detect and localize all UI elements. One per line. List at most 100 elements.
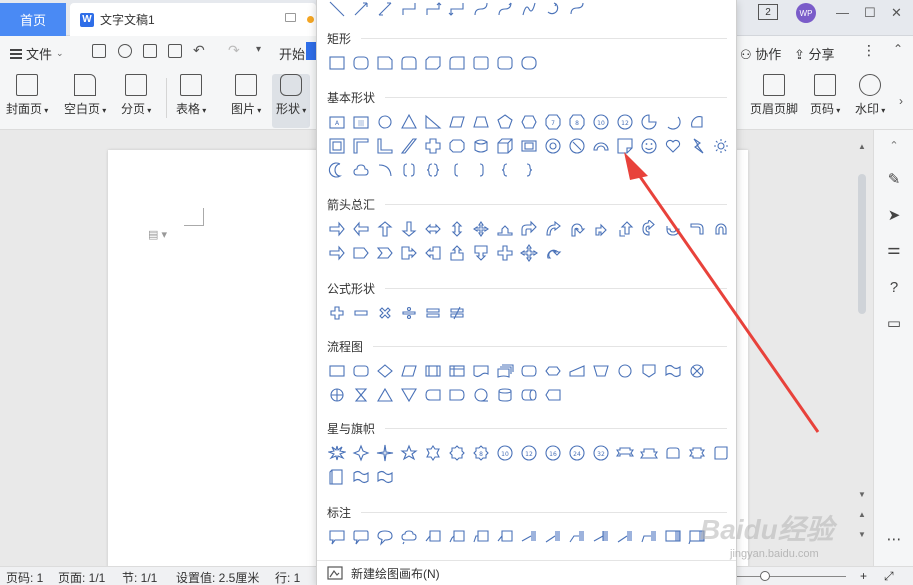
- shape-item[interactable]: [421, 159, 445, 181]
- shape-item[interactable]: [349, 52, 373, 74]
- shape-item[interactable]: 12: [613, 111, 637, 133]
- shape-item[interactable]: [517, 135, 541, 157]
- avatar[interactable]: WP: [796, 3, 816, 23]
- shape-item[interactable]: [373, 302, 397, 324]
- shape-item[interactable]: [373, 360, 397, 382]
- format-painter-icon[interactable]: [118, 44, 132, 58]
- picture-button[interactable]: 图片 ▾: [231, 74, 261, 117]
- shape-item[interactable]: [325, 384, 349, 406]
- shape-item[interactable]: [349, 526, 373, 548]
- tab-start[interactable]: 开始: [279, 44, 305, 63]
- close-icon[interactable]: ✕: [891, 5, 902, 21]
- shape-item[interactable]: [541, 242, 565, 264]
- shape-item[interactable]: [469, 384, 493, 406]
- shape-item[interactable]: [421, 360, 445, 382]
- shape-item[interactable]: [685, 442, 709, 464]
- shape-item[interactable]: [445, 218, 469, 240]
- shape-item[interactable]: 12: [517, 442, 541, 464]
- shape-item[interactable]: [445, 135, 469, 157]
- ribbon-scroll-right-icon[interactable]: ›: [899, 94, 903, 108]
- shape-item[interactable]: [685, 135, 709, 157]
- file-menu-button[interactable]: 文件 ⌄: [10, 44, 64, 63]
- shape-item[interactable]: [421, 218, 445, 240]
- shape-item[interactable]: [709, 135, 733, 157]
- maximize-icon[interactable]: ☐: [864, 5, 876, 21]
- shape-item[interactable]: [469, 111, 493, 133]
- shape-item[interactable]: [637, 526, 661, 548]
- shape-item[interactable]: [493, 159, 517, 181]
- shape-item[interactable]: [661, 360, 685, 382]
- shape-item[interactable]: [373, 159, 397, 181]
- shape-item[interactable]: [661, 526, 685, 548]
- shape-item[interactable]: [733, 218, 736, 240]
- header-footer-button[interactable]: 页眉页脚: [750, 74, 798, 117]
- shape-item[interactable]: [325, 442, 349, 464]
- shape-item[interactable]: 10: [589, 111, 613, 133]
- shape-item[interactable]: [613, 526, 637, 548]
- zoom-slider[interactable]: [736, 576, 846, 577]
- shape-item[interactable]: [565, 135, 589, 157]
- shape-item[interactable]: [541, 218, 565, 240]
- shape-item[interactable]: [373, 218, 397, 240]
- shape-item[interactable]: [493, 218, 517, 240]
- inbox-icon[interactable]: ▭: [885, 314, 903, 332]
- shape-item[interactable]: 7: [541, 111, 565, 133]
- shape-item[interactable]: [541, 360, 565, 382]
- print-preview-icon[interactable]: [168, 44, 182, 58]
- page-number-button[interactable]: 页码 ▾: [810, 74, 840, 117]
- shape-item[interactable]: [445, 159, 469, 181]
- shape-item[interactable]: [325, 135, 349, 157]
- shape-item[interactable]: [397, 218, 421, 240]
- shape-item[interactable]: [493, 242, 517, 264]
- shape-button[interactable]: 形状 ▾: [272, 74, 311, 128]
- shape-item[interactable]: [517, 384, 541, 406]
- shape-item[interactable]: [397, 360, 421, 382]
- shape-item[interactable]: [709, 218, 733, 240]
- scrollbar-thumb[interactable]: [858, 174, 866, 314]
- shape-item[interactable]: [421, 384, 445, 406]
- help-icon[interactable]: ?: [885, 278, 903, 296]
- shape-item[interactable]: [349, 442, 373, 464]
- shape-item[interactable]: [373, 0, 397, 20]
- shape-item[interactable]: [325, 526, 349, 548]
- scroll-down-icon[interactable]: ▼: [858, 490, 866, 499]
- shape-item[interactable]: [469, 159, 493, 181]
- shape-item[interactable]: [661, 135, 685, 157]
- shape-item[interactable]: [517, 159, 541, 181]
- shape-item[interactable]: [421, 52, 445, 74]
- shape-item[interactable]: [397, 242, 421, 264]
- shape-item[interactable]: [469, 0, 493, 20]
- shape-item[interactable]: [685, 218, 709, 240]
- shape-item[interactable]: [661, 442, 685, 464]
- shape-item[interactable]: [709, 442, 733, 464]
- shape-item[interactable]: [517, 111, 541, 133]
- shape-item[interactable]: [541, 384, 565, 406]
- shape-item[interactable]: [565, 360, 589, 382]
- shape-item[interactable]: [397, 526, 421, 548]
- shape-item[interactable]: [397, 0, 421, 20]
- shape-item[interactable]: [445, 242, 469, 264]
- shape-item[interactable]: [493, 526, 517, 548]
- shape-item[interactable]: [397, 159, 421, 181]
- shape-item[interactable]: [373, 466, 397, 488]
- shape-item[interactable]: [613, 218, 637, 240]
- shape-item[interactable]: [589, 360, 613, 382]
- shape-item[interactable]: [397, 52, 421, 74]
- shape-item[interactable]: 32: [589, 442, 613, 464]
- shape-item[interactable]: [421, 242, 445, 264]
- tab-document[interactable]: W 文字文稿1: [70, 3, 316, 36]
- shape-item[interactable]: [325, 159, 349, 181]
- save-icon[interactable]: [92, 44, 106, 58]
- shape-item[interactable]: [565, 218, 589, 240]
- shape-item[interactable]: A: [325, 111, 349, 133]
- zoom-slider-knob[interactable]: [760, 571, 770, 581]
- shape-item[interactable]: 16: [541, 442, 565, 464]
- shape-item[interactable]: [613, 442, 637, 464]
- shape-item[interactable]: [349, 360, 373, 382]
- shape-item[interactable]: [397, 302, 421, 324]
- shape-item[interactable]: [469, 360, 493, 382]
- shape-item[interactable]: 8: [469, 442, 493, 464]
- shape-item[interactable]: [445, 526, 469, 548]
- shape-item[interactable]: [469, 218, 493, 240]
- tab-insert-highlight[interactable]: [306, 42, 316, 60]
